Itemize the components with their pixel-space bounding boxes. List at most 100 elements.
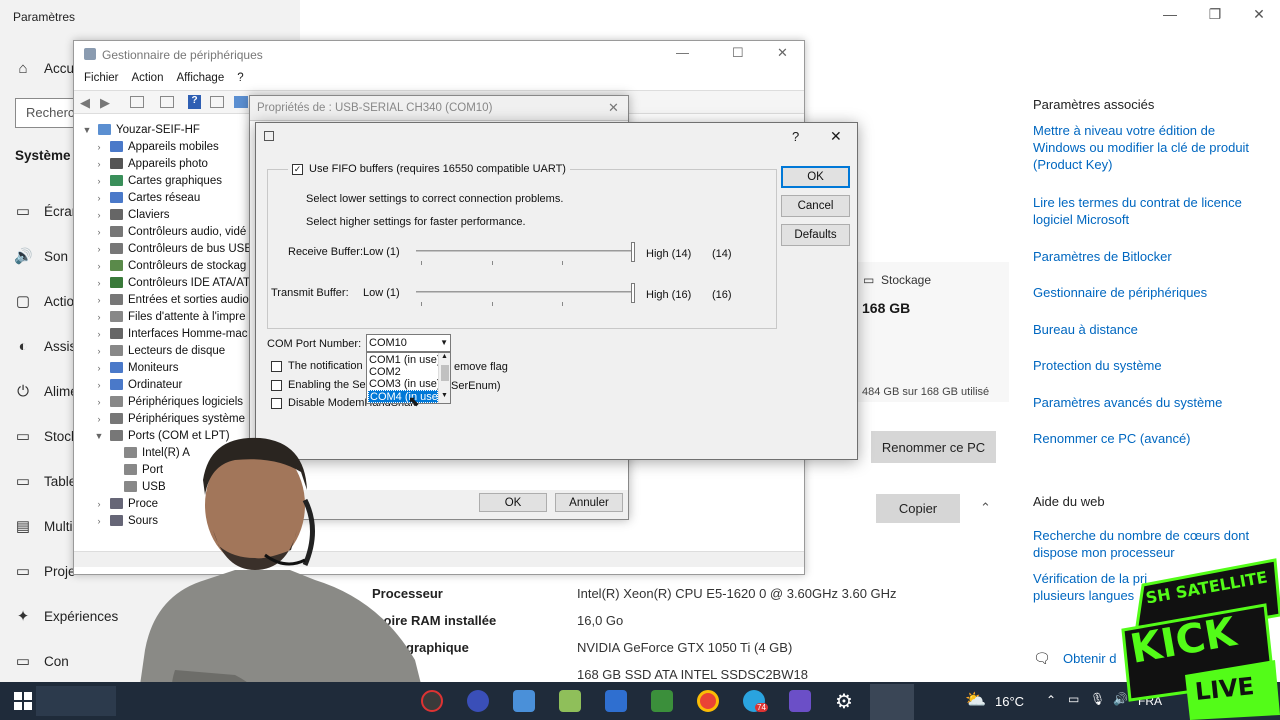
tree-item[interactable]: › Interfaces Homme-mac <box>92 325 248 342</box>
modem-handshake-checkbox[interactable] <box>271 397 282 409</box>
tree-item[interactable]: › Lecteurs de disque <box>92 342 226 359</box>
related-link[interactable]: Renommer ce PC (avancé) <box>1033 430 1263 447</box>
fifo-checkbox-row[interactable]: ✓ Use FIFO buffers (requires 16550 compa… <box>288 163 570 175</box>
tree-item[interactable]: › Claviers <box>92 206 170 223</box>
tree-item[interactable]: › Appareils mobiles <box>92 138 219 155</box>
com-option-highlighted[interactable]: COM4 (in use) <box>368 390 442 403</box>
collapsed-chevron-icon[interactable]: › <box>92 210 106 220</box>
related-link[interactable]: Lire les termes du contrat de licence lo… <box>1033 194 1263 228</box>
related-link[interactable]: Paramètres de Bitlocker <box>1033 248 1263 265</box>
properties-ok-button[interactable]: OK <box>479 493 547 512</box>
copy-button[interactable]: Copier <box>876 494 960 523</box>
nav-item-display[interactable]: ▭ Écran <box>14 199 79 223</box>
tool-app-icon[interactable] <box>559 690 581 712</box>
related-link[interactable]: Gestionnaire de périphériques <box>1033 284 1263 301</box>
tree-root[interactable]: ▼ Youzar-SEIF-HF <box>80 121 200 138</box>
obs-icon[interactable] <box>421 690 443 712</box>
tree-item[interactable]: › Cartes réseau <box>92 189 201 206</box>
related-link[interactable]: Mettre à niveau votre édition de Windows… <box>1033 122 1263 173</box>
tree-item[interactable]: › Contrôleurs IDE ATA/AT <box>92 274 251 291</box>
collapsed-chevron-icon[interactable]: › <box>92 176 106 186</box>
expanded-chevron-icon[interactable]: ▼ <box>92 431 106 441</box>
settings-gear-icon[interactable]: ⚙ <box>835 689 853 714</box>
scroll-down-icon[interactable]: ▼ <box>441 392 448 399</box>
scroll-thumb[interactable] <box>441 365 449 381</box>
collapsed-chevron-icon[interactable]: › <box>92 363 106 373</box>
transmit-buffer-slider[interactable] <box>416 283 636 320</box>
dialog-help-button[interactable]: ? <box>792 129 799 144</box>
tree-item[interactable]: › Entrées et sorties audio <box>92 291 249 308</box>
related-link[interactable]: Paramètres avancés du système <box>1033 394 1263 411</box>
related-link[interactable]: Protection du système <box>1033 357 1263 374</box>
tree-item[interactable]: › Moniteurs <box>92 359 179 376</box>
dialog-defaults-button[interactable]: Defaults <box>781 224 850 246</box>
get-help-link[interactable]: Obtenir d <box>1063 650 1123 667</box>
notification-checkbox-row[interactable]: The notification b <box>271 360 372 372</box>
tree-item[interactable]: › Contrôleurs de bus USE <box>92 240 253 257</box>
collapsed-chevron-icon[interactable]: › <box>92 312 106 322</box>
nav-item-focus[interactable]: ◐ Assis <box>14 334 76 358</box>
menu-view[interactable]: Affichage <box>176 72 224 84</box>
receive-slider-thumb[interactable] <box>631 242 635 262</box>
properties-close-icon[interactable]: ✕ <box>608 100 619 116</box>
satellite-app-icon[interactable] <box>789 690 811 712</box>
chevron-up-icon[interactable]: ⌃ <box>980 500 991 516</box>
nav-item-storage[interactable]: ▭ Stock <box>14 424 78 448</box>
dm-minimize-icon[interactable]: — <box>676 45 689 60</box>
nav-item-notifications[interactable]: ▢ Actio <box>14 289 74 313</box>
collapsed-chevron-icon[interactable]: › <box>92 499 106 509</box>
scroll-up-icon[interactable]: ▲ <box>441 353 448 360</box>
tree-item[interactable]: › Périphériques logiciels <box>92 393 244 410</box>
collapsed-chevron-icon[interactable]: › <box>92 414 106 424</box>
nav-home[interactable]: ⌂ Accu <box>14 56 74 80</box>
calculator-icon[interactable] <box>605 690 627 712</box>
notification-checkbox[interactable] <box>271 360 282 372</box>
close-icon[interactable]: ✕ <box>1249 6 1269 23</box>
collapsed-chevron-icon[interactable]: › <box>92 295 106 305</box>
network-icon[interactable]: ▭ <box>1068 692 1079 706</box>
help-toolbar-icon[interactable]: ? <box>188 95 201 109</box>
tree-item[interactable]: › Contrôleurs audio, vidé <box>92 223 247 240</box>
dm-close-icon[interactable]: ✕ <box>777 45 788 61</box>
forward-arrow-icon[interactable]: ▶ <box>100 95 110 111</box>
related-link[interactable]: Bureau à distance <box>1033 321 1263 338</box>
receive-buffer-slider[interactable] <box>416 242 636 279</box>
back-arrow-icon[interactable]: ◀ <box>80 95 90 111</box>
chrome-icon[interactable] <box>697 690 719 712</box>
properties-cancel-button[interactable]: Annuler <box>555 493 623 512</box>
collapsed-chevron-icon[interactable]: › <box>92 346 106 356</box>
restore-icon[interactable]: ❐ <box>1205 6 1225 23</box>
windows-start-icon[interactable] <box>14 692 32 710</box>
collapsed-chevron-icon[interactable]: › <box>92 261 106 271</box>
dialog-cancel-button[interactable]: Cancel <box>781 195 850 217</box>
rename-pc-button[interactable]: Renommer ce PC <box>871 431 996 463</box>
menu-action[interactable]: Action <box>132 72 164 84</box>
dm-maximize-icon[interactable]: ☐ <box>732 45 744 61</box>
collapsed-chevron-icon[interactable]: › <box>92 516 106 526</box>
monitor-toolbar-icon[interactable] <box>234 96 248 108</box>
com-option[interactable]: COM2 <box>368 366 438 378</box>
nav-item-experiences[interactable]: ✦ Expériences <box>14 604 119 628</box>
list-toolbar-icon[interactable] <box>160 96 174 108</box>
collapsed-chevron-icon[interactable]: › <box>92 397 106 407</box>
collapsed-chevron-icon[interactable]: › <box>92 380 106 390</box>
collapsed-chevron-icon[interactable]: › <box>92 193 106 203</box>
nav-item-power[interactable]: ⏻ Alime <box>14 379 78 403</box>
menu-file[interactable]: Fichier <box>84 72 119 84</box>
nav-item-connect[interactable]: ▭ Con <box>14 649 69 673</box>
microphone-icon[interactable]: 🎙 <box>1090 692 1105 706</box>
serenum-checkbox[interactable] <box>271 379 282 391</box>
taskbar-search[interactable] <box>36 686 116 716</box>
transmit-slider-thumb[interactable] <box>631 283 635 303</box>
menu-help[interactable]: ? <box>237 72 243 84</box>
collapsed-chevron-icon[interactable]: › <box>92 244 106 254</box>
tree-item[interactable]: › Cartes graphiques <box>92 172 222 189</box>
serenum-checkbox-row[interactable]: Enabling the Seria <box>271 379 378 391</box>
collapsed-chevron-icon[interactable]: › <box>92 142 106 152</box>
nav-item-multitask[interactable]: ▤ Multi <box>14 514 73 538</box>
collapsed-chevron-icon[interactable]: › <box>92 278 106 288</box>
tree-item[interactable]: › Ordinateur <box>92 376 183 393</box>
dialog-close-icon[interactable]: ✕ <box>830 128 842 145</box>
com-option[interactable]: COM1 (in use) <box>368 354 441 366</box>
network-app-icon[interactable] <box>651 690 673 712</box>
